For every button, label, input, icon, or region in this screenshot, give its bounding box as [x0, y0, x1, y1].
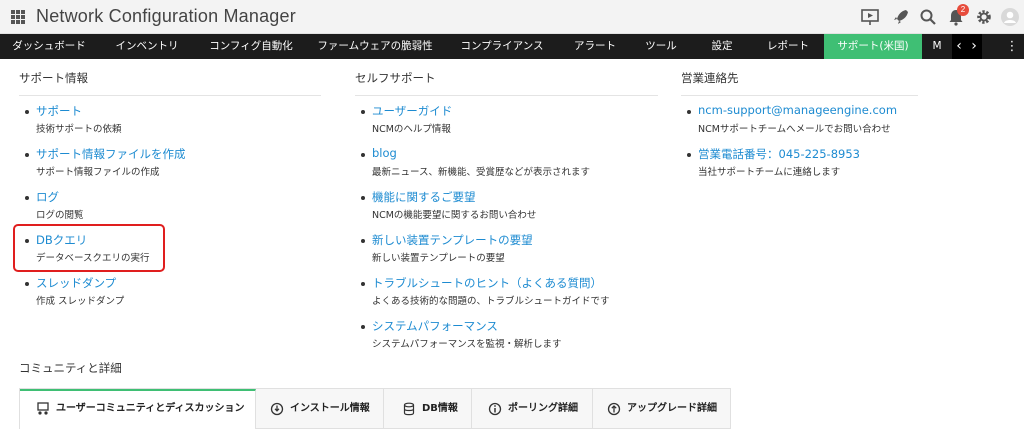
nav-settings[interactable]: 設定 — [692, 34, 752, 59]
nav-firmware-vulnerability[interactable]: ファームウェアの脆弱性 — [306, 34, 444, 59]
tab-install-info-label: インストール情報 — [290, 403, 370, 414]
tab-polling-details[interactable]: ポーリング詳細 — [472, 389, 593, 429]
sales-contact-section: 営業連絡先 — [681, 60, 918, 96]
support-file-link[interactable]: サポート情報ファイルを作成 — [36, 146, 186, 162]
bullet — [25, 153, 29, 157]
users-icon — [37, 402, 49, 415]
nav-config-automation[interactable]: コンフィグ自動化 — [196, 34, 306, 59]
nav-more-truncated[interactable]: M — [922, 34, 952, 59]
notification-badge: 2 — [957, 4, 969, 16]
support-section: サポート情報 — [19, 60, 321, 96]
bullet — [361, 153, 365, 157]
app-header: Network Configuration Manager 2 — [0, 0, 1024, 34]
nav-compliance[interactable]: コンプライアンス — [444, 34, 560, 59]
system-performance-desc: システムパフォーマンスを監視・解析します — [372, 339, 562, 350]
search-icon[interactable] — [918, 7, 938, 27]
bullet — [361, 196, 365, 200]
blog-desc: 最新ニュース、新機能、受賞歴などが表示されます — [372, 167, 591, 178]
sales-phone-link[interactable]: 営業電話番号：045-225-8953 — [698, 146, 860, 162]
rocket-icon[interactable] — [891, 7, 911, 27]
tab-db-info[interactable]: DB情報 — [384, 389, 472, 429]
support-email-link[interactable]: ncm-support@manageengine.com — [698, 103, 897, 117]
presentation-icon[interactable] — [860, 7, 880, 27]
community-section-title: コミュニティと詳細 — [19, 361, 122, 375]
troubleshoot-desc: よくある技術的な問題の、トラブルシュートガイドです — [372, 296, 610, 307]
community-tabs: ユーザーコミュニティとディスカッション インストール情報 DB情報 ポーリング詳… — [19, 388, 731, 429]
user-guide-desc: NCMのヘルプ情報 — [372, 124, 451, 135]
tab-polling-details-label: ポーリング詳細 — [508, 403, 578, 414]
tab-install-info[interactable]: インストール情報 — [256, 389, 384, 429]
apps-grid-icon[interactable] — [11, 10, 25, 24]
install-icon — [270, 402, 284, 416]
system-performance-link[interactable]: システムパフォーマンス — [372, 318, 498, 334]
user-avatar-icon[interactable] — [1000, 7, 1020, 27]
support-email-desc: NCMサポートチームへメールでお問い合わせ — [698, 124, 891, 135]
bullet — [25, 282, 29, 286]
bullet — [687, 110, 691, 114]
nav-scroll-right-icon[interactable]: › — [966, 34, 982, 59]
bullet — [25, 110, 29, 114]
nav-support-us[interactable]: サポート(米国) — [824, 34, 922, 59]
troubleshoot-link[interactable]: トラブルシュートのヒント（よくある質問） — [372, 275, 602, 291]
database-icon — [403, 402, 415, 416]
thread-dump-desc: 作成 スレッドダンプ — [36, 296, 125, 307]
main-nav: ダッシュボード インベントリ コンフィグ自動化 ファームウェアの脆弱性 コンプラ… — [0, 34, 1024, 59]
bullet — [361, 325, 365, 329]
nav-dashboard[interactable]: ダッシュボード — [0, 34, 98, 59]
user-guide-link[interactable]: ユーザーガイド — [372, 103, 452, 119]
blog-link[interactable]: blog — [372, 146, 397, 160]
logs-link[interactable]: ログ — [36, 189, 59, 205]
support-file-desc: サポート情報ファイルの作成 — [36, 167, 160, 178]
self-support-section-title: セルフサポート — [355, 60, 658, 96]
nav-alarms[interactable]: アラート — [560, 34, 630, 59]
tab-user-community-label: ユーザーコミュニティとディスカッション — [56, 403, 245, 414]
nav-reports[interactable]: レポート — [752, 34, 824, 59]
bullet — [25, 196, 29, 200]
tab-db-info-label: DB情報 — [422, 403, 458, 414]
nav-tools[interactable]: ツール — [630, 34, 692, 59]
thread-dump-link[interactable]: スレッドダンプ — [36, 275, 116, 291]
db-query-highlight-box — [13, 224, 165, 272]
device-template-desc: 新しい装置テンプレートの要望 — [372, 253, 505, 264]
tab-user-community[interactable]: ユーザーコミュニティとディスカッション — [20, 389, 256, 429]
feature-request-desc: NCMの機能要望に関するお問い合わせ — [372, 210, 537, 221]
tab-upgrade-details-label: アップグレード詳細 — [627, 403, 717, 414]
bullet — [687, 153, 691, 157]
gear-icon[interactable] — [974, 7, 994, 27]
feature-request-link[interactable]: 機能に関するご要望 — [372, 189, 476, 205]
device-template-link[interactable]: 新しい装置テンプレートの要望 — [372, 232, 533, 248]
support-section-title: サポート情報 — [19, 60, 321, 96]
bullet — [361, 239, 365, 243]
sales-phone-desc: 当社サポートチームに連絡します — [698, 167, 841, 178]
nav-inventory[interactable]: インベントリ — [98, 34, 196, 59]
support-link[interactable]: サポート — [36, 103, 82, 119]
self-support-section: セルフサポート — [355, 60, 658, 96]
support-desc: 技術サポートの依頼 — [36, 124, 122, 135]
nav-scroll-left-icon[interactable]: ‹ — [952, 34, 966, 59]
bullet — [361, 282, 365, 286]
sales-contact-section-title: 営業連絡先 — [681, 60, 918, 96]
nav-more-menu-icon[interactable]: ⋮ — [1004, 34, 1020, 59]
upgrade-icon — [607, 402, 621, 416]
bullet — [361, 110, 365, 114]
info-icon — [488, 402, 502, 416]
tab-upgrade-details[interactable]: アップグレード詳細 — [593, 389, 731, 429]
app-title: Network Configuration Manager — [36, 6, 296, 26]
logs-desc: ログの閲覧 — [36, 210, 84, 221]
